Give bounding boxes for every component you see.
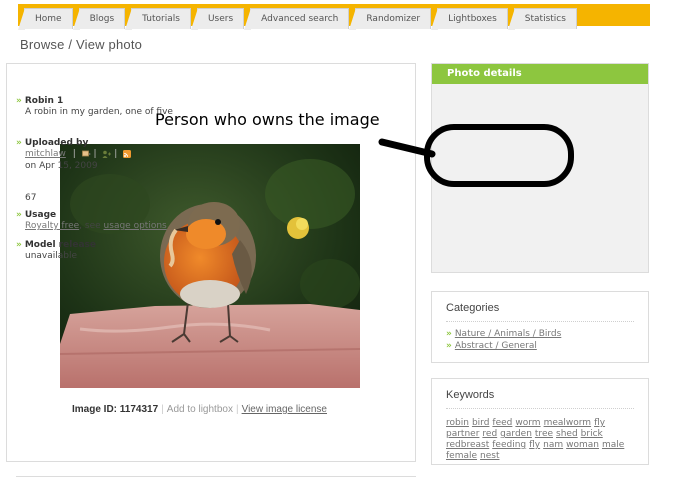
royalty-free-link[interactable]: Royalty free xyxy=(25,221,79,231)
meta-separator: | xyxy=(235,404,239,415)
keyword-link[interactable]: redbreast xyxy=(446,440,489,450)
category-item: » Nature / Animals / Birds xyxy=(446,329,561,339)
view-count: 67 xyxy=(25,193,37,203)
rss-feed-icon[interactable] xyxy=(123,149,132,158)
tab-statistics[interactable]: Statistics xyxy=(507,8,577,30)
keyword-link[interactable]: feed xyxy=(492,418,512,428)
meta-separator: | xyxy=(93,149,97,159)
keyword-link[interactable]: garden xyxy=(500,429,532,439)
add-contact-icon[interactable] xyxy=(102,150,112,158)
bullet-icon: » xyxy=(16,138,22,148)
tab-lightboxes[interactable]: Lightboxes xyxy=(431,8,508,30)
category-item: » Abstract / General xyxy=(446,341,537,351)
meta-separator: | xyxy=(114,149,118,159)
meta-separator: | xyxy=(72,149,76,159)
keyword-link[interactable]: red xyxy=(482,429,497,439)
tab-randomizer[interactable]: Randomizer xyxy=(349,8,432,30)
uploader-link[interactable]: mitchlaw xyxy=(25,149,66,159)
category-link[interactable]: Abstract / General xyxy=(455,341,537,351)
keyword-link[interactable]: shed xyxy=(556,429,578,439)
keyword-link[interactable]: brick xyxy=(581,429,603,439)
bullet-icon: » xyxy=(16,210,22,220)
model-release-label: Model release xyxy=(24,240,96,250)
photo-details-header: Photo details xyxy=(432,64,648,84)
divider xyxy=(446,321,634,322)
keyword-link[interactable]: worm xyxy=(515,418,540,428)
image-id-value: 1174317 xyxy=(119,404,159,415)
keywords-panel: Keywords robin bird feed worm mealworm fly par… xyxy=(431,378,649,465)
keyword-link[interactable]: nest xyxy=(480,451,499,461)
categories-title: Categories xyxy=(446,302,500,314)
bullet-icon: » xyxy=(446,329,452,339)
keyword-link[interactable]: nam xyxy=(543,440,563,450)
photo-title: Robin 1 xyxy=(24,96,64,106)
lower-panel-edge xyxy=(16,476,416,481)
annotation-callout-ring xyxy=(424,124,574,187)
keyword-link[interactable]: mealworm xyxy=(544,418,592,428)
tab-users[interactable]: Users xyxy=(190,8,245,30)
tab-blogs[interactable]: Blogs xyxy=(72,8,126,30)
usage-see-text: , see xyxy=(79,221,101,231)
bullet-icon: » xyxy=(16,240,22,250)
meta-separator: | xyxy=(161,404,164,415)
keywords-title: Keywords xyxy=(446,389,495,401)
uploaded-date: on Apr 15, 2009 xyxy=(25,161,98,171)
keyword-list: robin bird feed worm mealworm fly partner red ga… xyxy=(446,418,636,462)
keyword-link[interactable]: feeding xyxy=(492,440,526,450)
tab-home[interactable]: Home xyxy=(18,8,73,30)
detail-release-block: » Model release unavailable xyxy=(16,240,211,262)
detail-uploaded-block: » Uploaded by mitchlaw | | | on Apr 15, 2… xyxy=(16,138,211,172)
image-id-label: Image ID: xyxy=(72,404,118,415)
annotation-text: Person who owns the image xyxy=(155,110,380,129)
view-image-license-link[interactable]: View image license xyxy=(242,404,327,415)
keyword-link[interactable]: robin xyxy=(446,418,469,428)
keyword-link[interactable]: fly xyxy=(594,418,605,428)
category-link[interactable]: Nature / Animals / Birds xyxy=(455,329,561,339)
divider xyxy=(446,408,634,409)
detail-usage-block: » Usage Royalty free, see usage options xyxy=(16,210,211,232)
usage-options-link[interactable]: usage options xyxy=(104,221,167,231)
image-meta-row: Image ID: 1174317 | Add to lightbox | View i… xyxy=(72,404,327,415)
categories-panel: Categories » Nature / Animals / Birds » Ab… xyxy=(431,291,649,363)
usage-label: Usage xyxy=(24,210,57,220)
robin-photo xyxy=(60,144,360,388)
model-release-value: unavailable xyxy=(25,251,78,261)
uploaded-by-label: Uploaded by xyxy=(24,138,89,148)
add-to-lightbox-link[interactable]: Add to lightbox xyxy=(167,404,233,415)
tab-advanced-search[interactable]: Advanced search xyxy=(244,8,350,30)
main-nav-tabs: Home Blogs Tutorials Users Advanced sear… xyxy=(18,8,583,30)
tab-tutorials[interactable]: Tutorials xyxy=(125,8,191,30)
keyword-link[interactable]: woman xyxy=(566,440,599,450)
detail-views-block: 67 xyxy=(16,192,211,204)
keyword-link[interactable]: male xyxy=(602,440,624,450)
bullet-icon: » xyxy=(446,341,452,351)
page-title: Browse / View photo xyxy=(20,37,143,52)
keyword-link[interactable]: partner xyxy=(446,429,479,439)
bullet-icon: » xyxy=(16,96,22,106)
message-icon[interactable] xyxy=(81,150,91,158)
keyword-link[interactable]: bird xyxy=(472,418,489,428)
keyword-link[interactable]: female xyxy=(446,451,477,461)
keyword-link[interactable]: tree xyxy=(535,429,553,439)
keyword-link[interactable]: fly xyxy=(529,440,540,450)
